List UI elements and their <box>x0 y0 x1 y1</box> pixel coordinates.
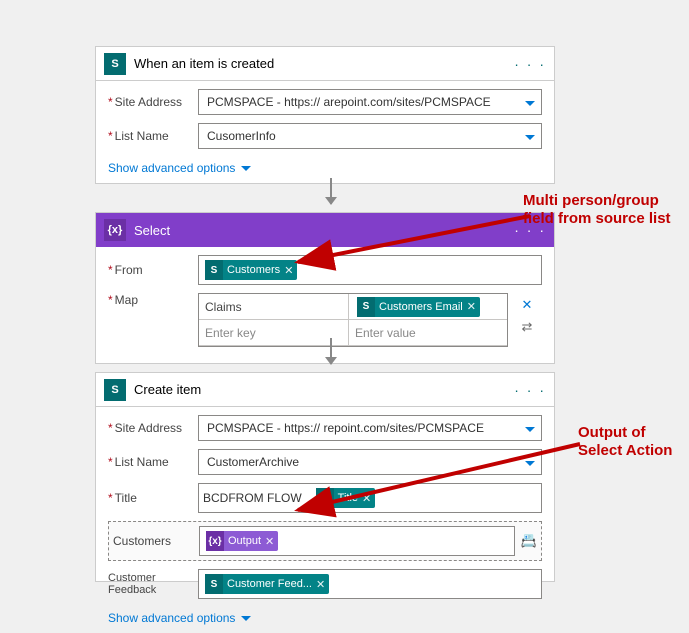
map-key-input[interactable]: Claims <box>199 294 349 320</box>
output-token[interactable]: {x}Output✕ <box>206 531 278 551</box>
sharepoint-icon: S <box>104 53 126 75</box>
select-title: Select <box>134 223 514 238</box>
map-label: Map <box>108 293 198 307</box>
show-advanced-link[interactable]: Show advanced options <box>108 611 251 625</box>
customer-feedback-token[interactable]: SCustomer Feed...✕ <box>205 574 329 594</box>
card-menu-icon[interactable]: · · · <box>514 56 546 72</box>
sharepoint-icon: S <box>104 379 126 401</box>
switch-mode-icon[interactable]: ⇄ <box>522 319 533 335</box>
site-address-dropdown[interactable]: PCMSPACE - https:// repoint.com/sites/PC… <box>198 415 542 441</box>
remove-token-icon[interactable]: ✕ <box>362 492 371 505</box>
trigger-card: S When an item is created · · · Site Add… <box>95 46 555 184</box>
map-grid: Claims SCustomers Email✕ Enter key Enter… <box>198 293 508 347</box>
trigger-header[interactable]: S When an item is created · · · <box>96 47 554 81</box>
site-address-dropdown[interactable]: PCMSPACE - https:// arepoint.com/sites/P… <box>198 89 542 115</box>
remove-token-icon[interactable]: ✕ <box>284 264 293 277</box>
from-input[interactable]: SCustomers✕ <box>198 255 542 285</box>
site-address-label: Site Address <box>108 421 198 435</box>
create-item-title: Create item <box>134 382 514 397</box>
show-advanced-link[interactable]: Show advanced options <box>108 161 251 175</box>
customers-group: Customers {x}Output✕ 📇 <box>108 521 542 561</box>
map-value-input[interactable]: SCustomers Email✕ <box>349 294 507 320</box>
data-operation-icon: {x} <box>104 219 126 241</box>
trigger-title: When an item is created <box>134 56 514 71</box>
create-item-header[interactable]: S Create item · · · <box>96 373 554 407</box>
remove-token-icon[interactable]: ✕ <box>467 300 476 313</box>
feedback-label: Customer Feedback <box>108 572 198 596</box>
remove-token-icon[interactable]: ✕ <box>265 535 274 548</box>
connector-arrow-icon <box>330 338 332 364</box>
list-name-label: List Name <box>108 455 198 469</box>
list-name-dropdown[interactable]: CusomerInfo <box>198 123 542 149</box>
delete-row-icon[interactable]: ✕ <box>522 297 533 313</box>
from-label: From <box>108 263 198 277</box>
customers-token[interactable]: SCustomers✕ <box>205 260 297 280</box>
select-card: {x} Select · · · From SCustomers✕ Map Cl… <box>95 212 555 364</box>
title-token[interactable]: STitle✕ <box>316 488 376 508</box>
card-menu-icon[interactable]: · · · <box>514 382 546 398</box>
feedback-input[interactable]: SCustomer Feed...✕ <box>198 569 542 599</box>
title-label: Title <box>108 491 198 505</box>
customers-email-token[interactable]: SCustomers Email✕ <box>357 297 480 317</box>
map-key-input[interactable]: Enter key <box>199 320 349 346</box>
create-item-card: S Create item · · · Site Address PCMSPAC… <box>95 372 555 582</box>
title-input[interactable]: BCDFROM FLOW _ STitle✕ <box>198 483 542 513</box>
remove-token-icon[interactable]: ✕ <box>316 578 325 591</box>
select-header[interactable]: {x} Select · · · <box>96 213 554 247</box>
site-address-label: Site Address <box>108 95 198 109</box>
annotation-text: Multi person/groupfield from source list <box>523 192 671 228</box>
connector-arrow-icon <box>330 178 332 204</box>
map-value-input[interactable]: Enter value <box>349 320 507 346</box>
list-name-dropdown[interactable]: CustomerArchive <box>198 449 542 475</box>
annotation-text: Output ofSelect Action <box>578 424 672 460</box>
customers-label: Customers <box>113 534 199 548</box>
customers-input[interactable]: {x}Output✕ <box>199 526 515 556</box>
list-name-label: List Name <box>108 129 198 143</box>
people-picker-icon[interactable]: 📇 <box>521 533 537 549</box>
